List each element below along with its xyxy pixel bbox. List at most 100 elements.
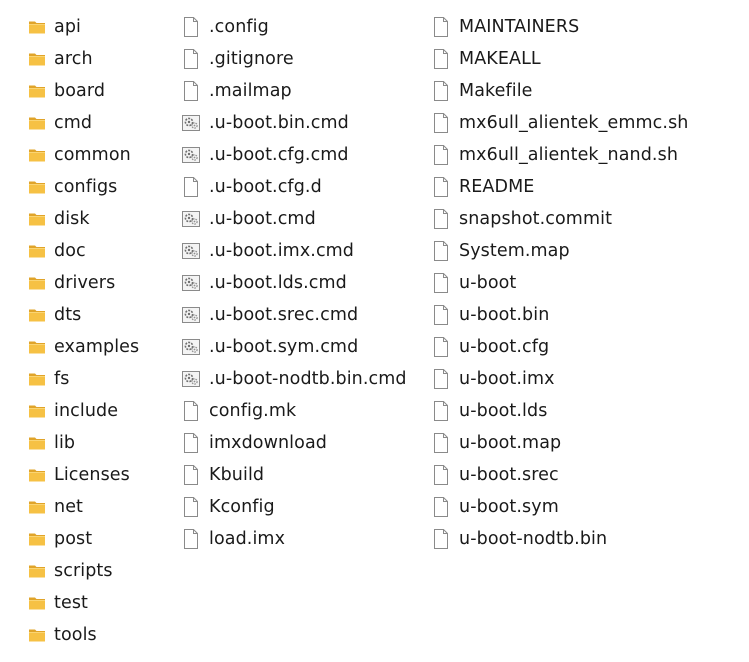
file-item[interactable]: .u-boot-nodtb.bin.cmd	[180, 363, 408, 395]
file-item[interactable]: config.mk	[180, 395, 408, 427]
file-item[interactable]: .mailmap	[180, 75, 408, 107]
file-item-label: .config	[209, 17, 269, 37]
file-item[interactable]: .u-boot.cfg.d	[180, 171, 408, 203]
blank-file-icon	[180, 16, 202, 38]
file-item[interactable]: .config	[180, 11, 408, 43]
file-item[interactable]: mx6ull_alientek_nand.sh	[430, 139, 730, 171]
script-file-icon	[180, 368, 202, 390]
file-item[interactable]: u-boot	[430, 267, 730, 299]
file-item[interactable]: .u-boot.cfg.cmd	[180, 139, 408, 171]
file-item-label: .u-boot-nodtb.bin.cmd	[209, 369, 407, 389]
file-item[interactable]: .u-boot.cmd	[180, 203, 408, 235]
file-item[interactable]: u-boot.lds	[430, 395, 730, 427]
folder-item-label: tools	[54, 625, 97, 645]
folder-item[interactable]: drivers	[26, 267, 176, 299]
folder-item[interactable]: configs	[26, 171, 176, 203]
file-item[interactable]: MAINTAINERS	[430, 11, 730, 43]
folder-item-label: scripts	[54, 561, 113, 581]
file-item[interactable]: .gitignore	[180, 43, 408, 75]
file-item-label: MAKEALL	[459, 49, 541, 69]
blank-file-icon	[430, 272, 452, 294]
folder-column: api arch board cmd common configs disk doc drive…	[26, 11, 176, 651]
file-item-label: .u-boot.cfg.cmd	[209, 145, 349, 165]
file-item[interactable]: u-boot.sym	[430, 491, 730, 523]
folder-item[interactable]: lib	[26, 427, 176, 459]
folder-item[interactable]: disk	[26, 203, 176, 235]
file-item[interactable]: Kconfig	[180, 491, 408, 523]
folder-item-label: configs	[54, 177, 118, 197]
file-item-label: .u-boot.sym.cmd	[209, 337, 359, 357]
blank-file-icon	[180, 528, 202, 550]
file-item-label: load.imx	[209, 529, 286, 549]
folder-item[interactable]: Licenses	[26, 459, 176, 491]
file-item[interactable]: load.imx	[180, 523, 408, 555]
file-item[interactable]: .u-boot.sym.cmd	[180, 331, 408, 363]
folder-item[interactable]: arch	[26, 43, 176, 75]
folder-item[interactable]: net	[26, 491, 176, 523]
file-item-label: mx6ull_alientek_emmc.sh	[459, 113, 689, 133]
file-item[interactable]: u-boot.map	[430, 427, 730, 459]
file-item[interactable]: System.map	[430, 235, 730, 267]
folder-icon	[26, 144, 48, 166]
folder-item[interactable]: doc	[26, 235, 176, 267]
file-item[interactable]: .u-boot.srec.cmd	[180, 299, 408, 331]
folder-icon	[26, 304, 48, 326]
folder-icon	[26, 272, 48, 294]
file-item[interactable]: Kbuild	[180, 459, 408, 491]
folder-item[interactable]: tools	[26, 619, 176, 651]
folder-item[interactable]: dts	[26, 299, 176, 331]
folder-item[interactable]: board	[26, 75, 176, 107]
folder-item[interactable]: fs	[26, 363, 176, 395]
folder-item-label: arch	[54, 49, 93, 69]
file-column-1: .config .gitignore .mailmap .u-boot.bin.cmd…	[180, 11, 408, 555]
file-item-label: .u-boot.bin.cmd	[209, 113, 349, 133]
file-item[interactable]: .u-boot.imx.cmd	[180, 235, 408, 267]
folder-item[interactable]: post	[26, 523, 176, 555]
script-file-icon	[180, 112, 202, 134]
folder-item[interactable]: scripts	[26, 555, 176, 587]
file-item[interactable]: imxdownload	[180, 427, 408, 459]
file-item-label: u-boot.imx	[459, 369, 555, 389]
folder-icon	[26, 624, 48, 646]
blank-file-icon	[180, 80, 202, 102]
file-item-label: .mailmap	[209, 81, 292, 101]
file-item[interactable]: MAKEALL	[430, 43, 730, 75]
folder-item[interactable]: include	[26, 395, 176, 427]
folder-item-label: disk	[54, 209, 90, 229]
blank-file-icon	[430, 432, 452, 454]
folder-item-label: lib	[54, 433, 76, 453]
file-item-label: mx6ull_alientek_nand.sh	[459, 145, 679, 165]
file-item[interactable]: Makefile	[430, 75, 730, 107]
blank-file-icon	[430, 336, 452, 358]
folder-item[interactable]: test	[26, 587, 176, 619]
folder-item[interactable]: api	[26, 11, 176, 43]
script-file-icon	[180, 272, 202, 294]
file-item-label: .u-boot.srec.cmd	[209, 305, 359, 325]
file-item[interactable]: u-boot.imx	[430, 363, 730, 395]
file-item[interactable]: .u-boot.bin.cmd	[180, 107, 408, 139]
file-item-label: u-boot.lds	[459, 401, 548, 421]
script-file-icon	[180, 336, 202, 358]
folder-icon	[26, 592, 48, 614]
blank-file-icon	[430, 176, 452, 198]
file-item[interactable]: u-boot.srec	[430, 459, 730, 491]
file-item[interactable]: mx6ull_alientek_emmc.sh	[430, 107, 730, 139]
file-item[interactable]: u-boot-nodtb.bin	[430, 523, 730, 555]
folder-item[interactable]: cmd	[26, 107, 176, 139]
folder-item-label: Licenses	[54, 465, 130, 485]
file-item[interactable]: u-boot.bin	[430, 299, 730, 331]
file-item[interactable]: .u-boot.lds.cmd	[180, 267, 408, 299]
file-item[interactable]: README	[430, 171, 730, 203]
blank-file-icon	[430, 16, 452, 38]
blank-file-icon	[430, 240, 452, 262]
folder-item-label: fs	[54, 369, 70, 389]
file-item-label: MAINTAINERS	[459, 17, 580, 37]
folder-item[interactable]: common	[26, 139, 176, 171]
folder-item[interactable]: examples	[26, 331, 176, 363]
file-item[interactable]: snapshot.commit	[430, 203, 730, 235]
folder-item-label: dts	[54, 305, 82, 325]
blank-file-icon	[430, 208, 452, 230]
blank-file-icon	[430, 112, 452, 134]
file-item[interactable]: u-boot.cfg	[430, 331, 730, 363]
file-item-label: .u-boot.cfg.d	[209, 177, 322, 197]
